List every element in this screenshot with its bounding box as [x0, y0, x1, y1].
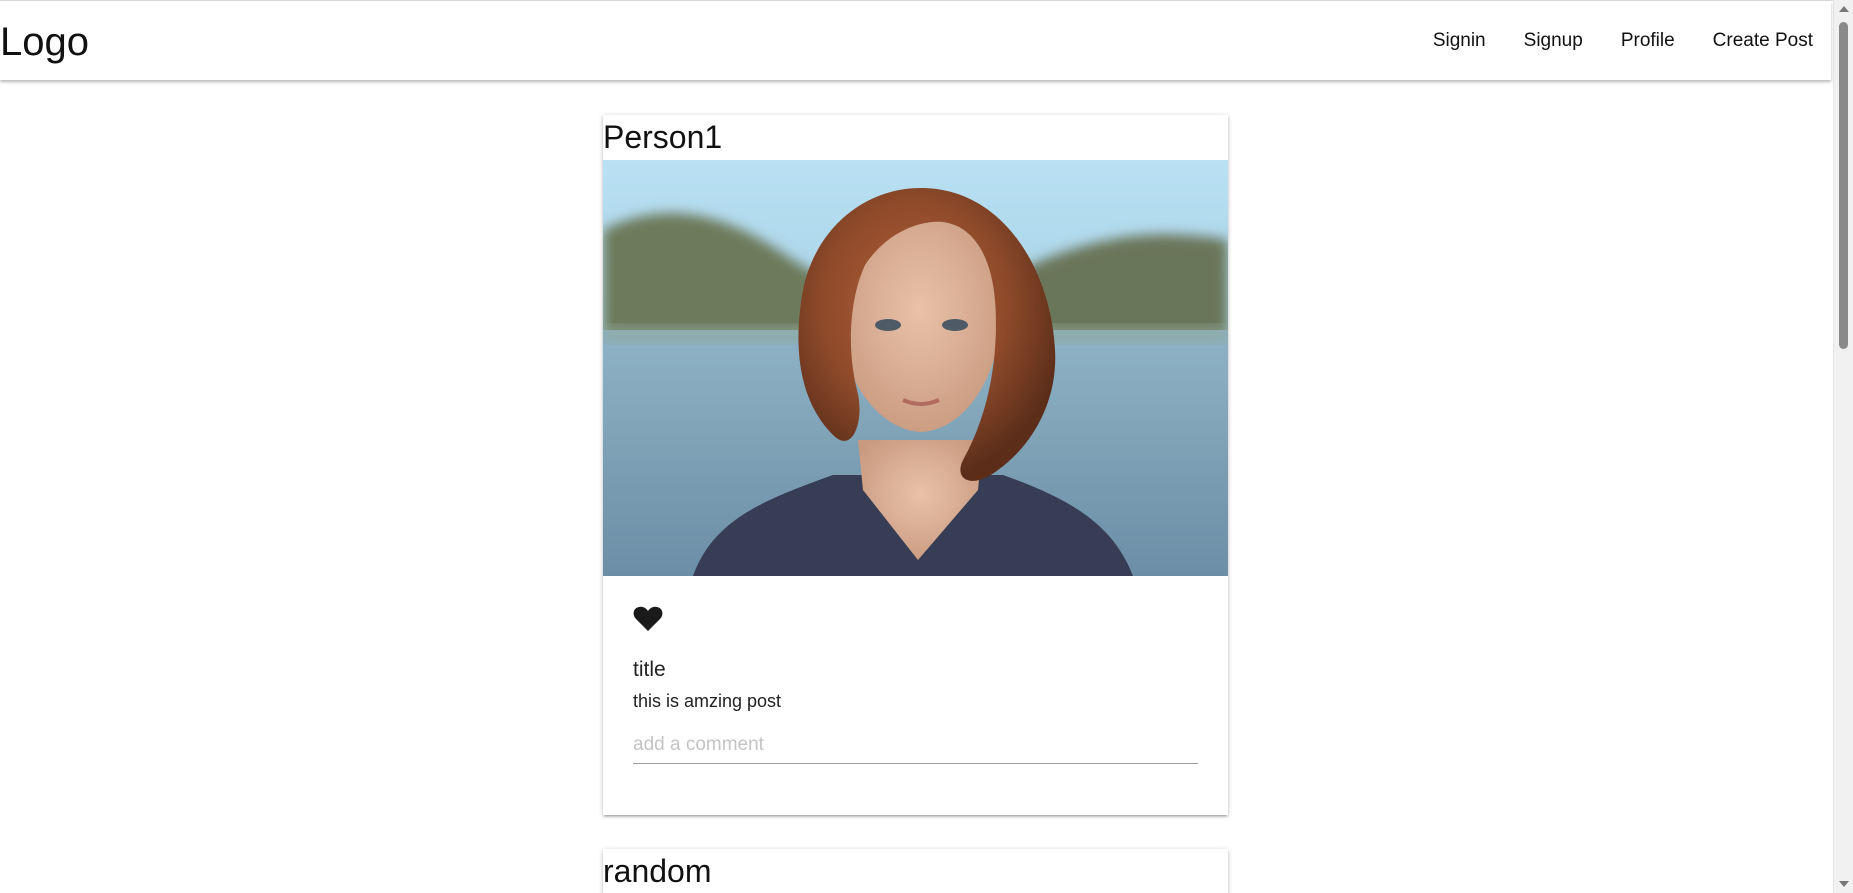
scroll-down-icon[interactable]: [1839, 881, 1849, 887]
post-card: random: [603, 849, 1228, 893]
post-image: [603, 160, 1228, 576]
scroll-up-icon[interactable]: [1839, 6, 1849, 12]
nav-link-signin[interactable]: Signin: [1433, 28, 1486, 54]
heart-icon[interactable]: [633, 606, 663, 632]
comment-input[interactable]: [633, 726, 1198, 764]
page: Logo Signin Signup Profile Create Post P…: [0, 0, 1853, 893]
post-author[interactable]: random: [603, 849, 712, 893]
post-card: Person1 title this is amzing post add a …: [603, 115, 1228, 815]
brand-logo[interactable]: Logo: [0, 18, 89, 66]
nav-link-signup[interactable]: Signup: [1524, 28, 1583, 54]
navbar: Logo Signin Signup Profile Create Post: [0, 1, 1831, 80]
vertical-scrollbar[interactable]: [1833, 0, 1853, 893]
post-body: this is amzing post: [633, 691, 782, 711]
scrollbar-thumb[interactable]: [1839, 22, 1848, 349]
nav-link-create-post[interactable]: Create Post: [1713, 28, 1813, 54]
post-author[interactable]: Person1: [603, 115, 722, 159]
nav-link-profile[interactable]: Profile: [1621, 28, 1675, 54]
nav-links: Signin Signup Profile Create Post: [1433, 28, 1813, 54]
post-title: title: [633, 658, 666, 681]
